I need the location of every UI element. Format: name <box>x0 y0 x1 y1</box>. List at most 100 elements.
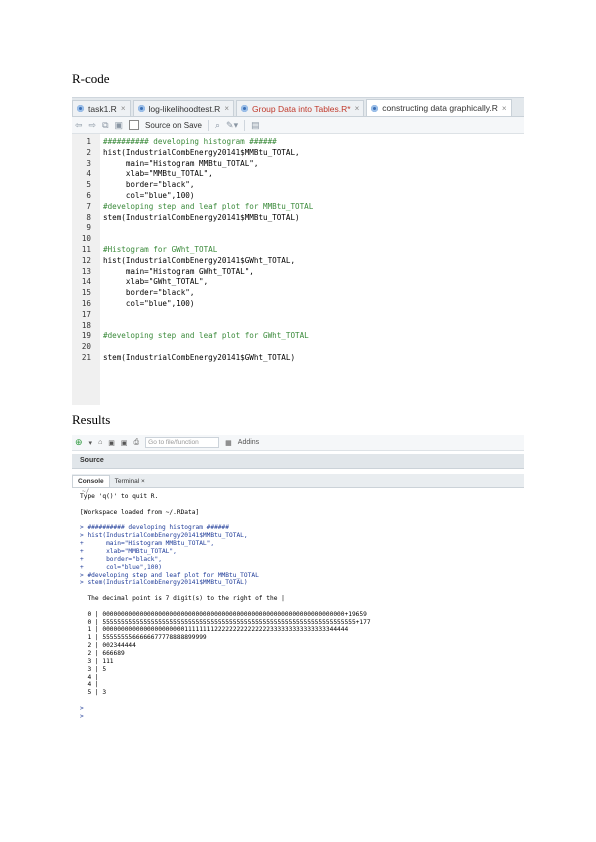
editor-tab-label: log-likelihoodtest.R <box>148 103 221 114</box>
close-icon[interactable]: × <box>121 104 126 113</box>
console-line: 2 | 666689 <box>80 650 125 657</box>
editor-tab[interactable]: log-likelihoodtest.R × <box>132 100 234 116</box>
code-area[interactable]: 1 ########## developing histogram ###### 2… <box>72 134 524 405</box>
editor-tab[interactable]: Group Data into Tables.R* × <box>236 100 365 116</box>
line-number: 2 <box>86 147 91 157</box>
close-icon[interactable]: × <box>224 104 229 113</box>
console-tab[interactable]: Console <box>72 475 110 487</box>
code-line: 12 hist(IndustrialCombEnergy20141$GWht_TO… <box>72 255 524 266</box>
code-text: main="Histogram GWht_TOTAL", <box>103 266 254 276</box>
line-number: 15 <box>81 288 91 298</box>
line-number: 13 <box>81 266 91 276</box>
code-line: 6 col="blue",100) <box>72 190 524 201</box>
console-line: 4 | <box>80 681 99 689</box>
console-line: 0 | 555555555555555555555555555555555555… <box>80 618 371 626</box>
code-line: 21 stem(IndustrialCombEnergy20141$GWht_TO… <box>72 352 524 363</box>
console-line: 3 | 111 <box>80 657 114 665</box>
console-line: > <box>80 712 84 720</box>
workspace-panes-icon[interactable]: ▦ <box>225 439 232 447</box>
print-icon[interactable]: ⎙ <box>134 439 140 447</box>
toolbar-divider <box>207 119 209 131</box>
code-line: 10 <box>72 233 524 244</box>
console-line: 4 | <box>80 673 99 681</box>
save-all-icon[interactable]: ▣ <box>121 439 128 447</box>
save-icon[interactable]: ▣ <box>108 439 115 447</box>
code-line: 11 #Histogram for GWht_TOTAL <box>72 244 524 255</box>
code-line: 7 #developing step and leaf plot for MMBt… <box>72 201 524 212</box>
open-project-icon[interactable]: ▾ <box>89 439 93 447</box>
go-to-file-input[interactable]: Go to file/function <box>145 437 220 448</box>
editor-toolbar: ⇦ ⇨ ⧉ ▣ Source on Save ⌕ ✎▾ ▤ <box>72 117 524 134</box>
console-line: > #developing step and leaf plot for MMB… <box>80 571 259 579</box>
code-text: border="black", <box>103 288 195 298</box>
code-line: 13 main="Histogram GWht_TOTAL", <box>72 266 524 277</box>
console-line: + main="Histogram MMBtu_TOTAL", <box>80 540 215 548</box>
code-text: xlab="GWht_TOTAL", <box>103 277 209 287</box>
console-line: 1 | 5555555566666677778888899999 <box>80 634 207 642</box>
console-line: > stem(IndustrialCombEnergy20141$MMBtu_T… <box>80 579 248 587</box>
line-number: 21 <box>81 353 91 362</box>
open-file-icon[interactable]: ⌂ <box>98 439 102 446</box>
line-number: 16 <box>81 299 91 308</box>
save-icon[interactable]: ▣ <box>115 120 124 130</box>
code-line: 8 stem(IndustrialCombEnergy20141$MMBtu_TO… <box>72 212 524 223</box>
editor-tab[interactable]: task1.R × <box>72 100 131 116</box>
code-text: hist(IndustrialCombEnergy20141$GWht_TOTA… <box>103 255 296 265</box>
code-line: 14 xlab="GWht_TOTAL", <box>72 276 524 287</box>
back-arrow-icon[interactable]: ⇦ <box>75 120 83 130</box>
close-icon[interactable]: × <box>502 104 507 113</box>
editor-tab-label: task1.R <box>88 103 117 114</box>
code-text: stem(IndustrialCombEnergy20141$MMBtu_TOT… <box>103 212 300 222</box>
code-line: 2 hist(IndustrialCombEnergy20141$MMBtu_TO… <box>72 147 524 158</box>
code-line: 9 <box>72 222 524 233</box>
code-line: 16 col="blue",100) <box>72 298 524 309</box>
forward-arrow-icon[interactable]: ⇨ <box>89 120 97 130</box>
show-in-window-icon[interactable]: ⧉ <box>102 120 108 130</box>
console-line: + xlab="MMBtu_TOTAL", <box>80 547 177 555</box>
code-text: xlab="MMBtu_TOTAL", <box>103 169 213 179</box>
search-icon[interactable]: ⌕ <box>215 120 220 130</box>
code-comment: #Histogram for GWht_TOTAL <box>103 245 218 254</box>
close-icon[interactable]: × <box>355 104 360 113</box>
code-line: 4 xlab="MMBtu_TOTAL", <box>72 168 524 179</box>
code-comment: ########## developing histogram ###### <box>103 137 277 146</box>
console-line: + col="blue",100) <box>80 563 162 571</box>
source-on-save-checkbox[interactable] <box>129 120 140 130</box>
editor-tab-bar: task1.R × log-likelihoodtest.R × Group Data … <box>72 98 524 117</box>
source-on-save-label: Source on Save <box>145 120 202 130</box>
compile-report-icon[interactable]: ▤ <box>251 120 260 130</box>
line-number: 5 <box>86 180 91 190</box>
console-line: + border="black", <box>80 555 162 563</box>
code-line: 15 border="black", <box>72 287 524 298</box>
rstudio-editor-screenshot: task1.R × log-likelihoodtest.R × Group Data … <box>72 97 524 405</box>
console-tab-bar: Console Terminal × <box>72 474 524 488</box>
console-line: [Workspace loaded from ~/.RData] <box>80 508 200 516</box>
code-text: col="blue",100) <box>103 191 195 200</box>
rstudio-console-screenshot: ⊕ ▾ ⌂ ▣ ▣ ⎙ Go to file/function ▦ Addins… <box>72 435 524 720</box>
code-text: hist(IndustrialCombEnergy20141$MMBtu_TOT… <box>103 147 300 157</box>
line-number: 19 <box>81 331 91 341</box>
line-number: 7 <box>86 201 91 211</box>
console-output[interactable]: Type 'q()' to quit R. [Workspace loaded f… <box>72 493 524 720</box>
line-number: 12 <box>81 255 91 265</box>
code-comment: #developing step and leaf plot for GWht_… <box>103 331 309 341</box>
editor-tab[interactable]: constructing data graphically.R × <box>366 99 512 116</box>
line-number: 3 <box>86 158 91 168</box>
console-line: The decimal point is 7 digit(s) to the r… <box>80 595 285 603</box>
new-file-icon[interactable]: ⊕ <box>75 437 83 448</box>
source-pane-header: Source <box>72 454 524 469</box>
line-number: 9 <box>86 223 91 233</box>
code-line: 17 <box>72 309 524 320</box>
line-number: 14 <box>81 277 91 287</box>
console-tab[interactable]: Terminal × <box>110 476 150 487</box>
magic-wand-icon[interactable]: ✎▾ <box>226 120 238 130</box>
code-line: 5 border="black", <box>72 179 524 190</box>
editor-tab-label: constructing data graphically.R <box>382 103 498 113</box>
line-number: 20 <box>81 342 91 352</box>
addins-menu[interactable]: Addins <box>238 439 259 446</box>
code-text: border="black", <box>103 180 195 190</box>
code-line: 1 ########## developing histogram ###### <box>72 136 524 147</box>
editor-tab-label: Group Data into Tables.R* <box>252 103 351 114</box>
line-number: 8 <box>86 212 91 222</box>
line-number: 17 <box>81 309 91 319</box>
